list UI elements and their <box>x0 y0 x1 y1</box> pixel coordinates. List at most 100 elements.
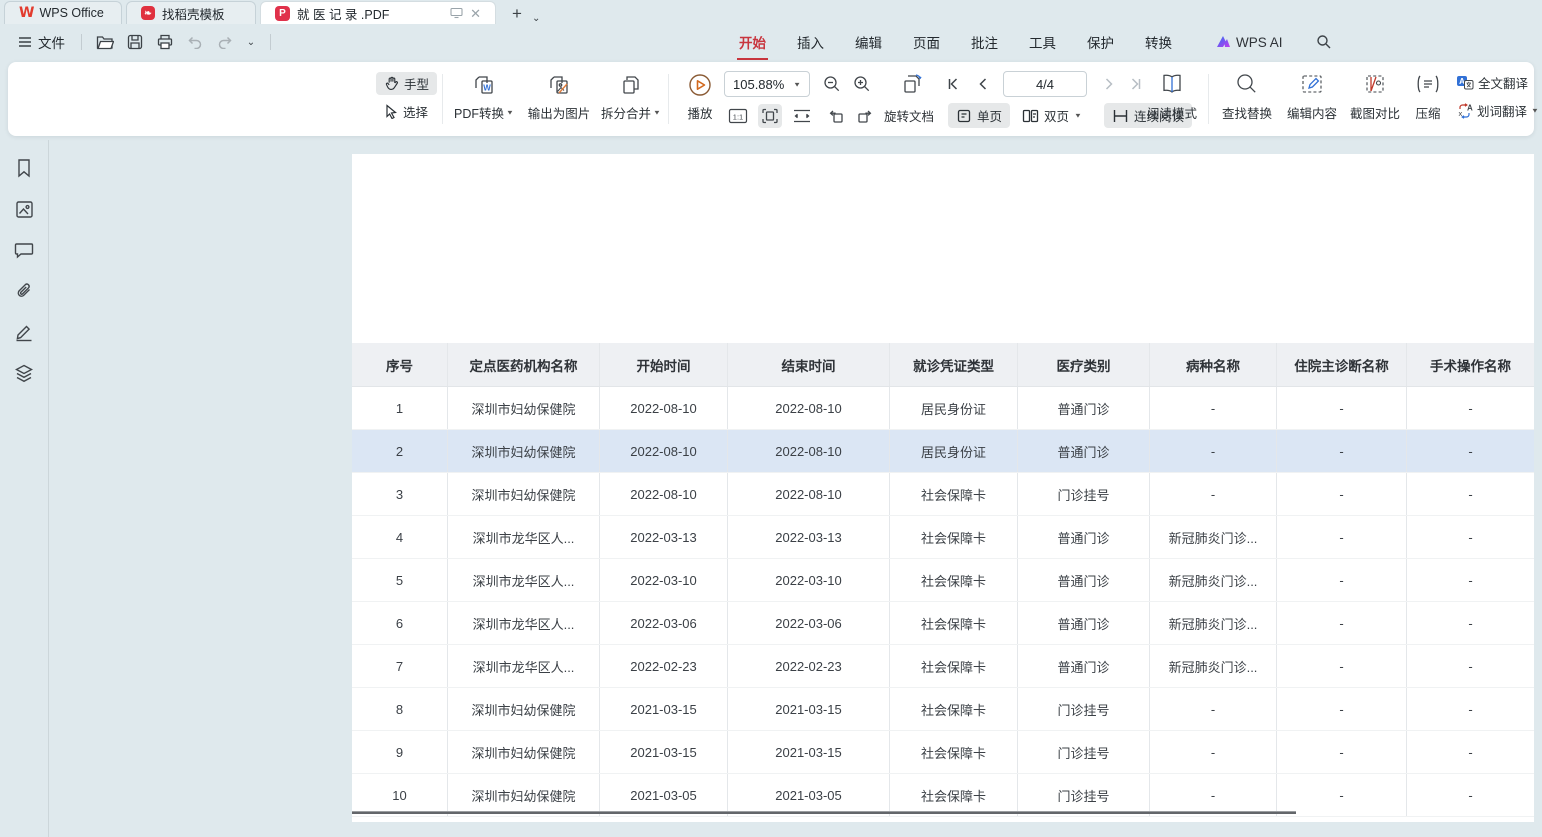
table-cell: 6 <box>352 602 448 644</box>
table-cell: 2022-03-06 <box>600 602 728 644</box>
next-page-button[interactable] <box>1097 72 1121 96</box>
compress-button[interactable]: 压缩 <box>1406 70 1450 128</box>
table-header-cell: 序号 <box>352 343 448 386</box>
table-cell: 2021-03-05 <box>600 774 728 816</box>
menu-home[interactable]: 开始 <box>737 28 768 56</box>
save-button[interactable] <box>122 30 148 54</box>
close-icon[interactable]: ✕ <box>470 7 481 20</box>
record-table: 序号定点医药机构名称开始时间结束时间就诊凭证类型医疗类别病种名称住院主诊断名称手… <box>352 343 1534 817</box>
tab-wps-office[interactable]: W WPS Office <box>4 1 122 24</box>
export-image-icon <box>546 72 572 98</box>
menu-protect[interactable]: 保护 <box>1085 28 1116 56</box>
zoom-level-select[interactable]: 105.88% ▼ <box>724 71 810 97</box>
table-cell: 深圳市妇幼保健院 <box>448 688 600 730</box>
pdf-page[interactable]: 序号定点医药机构名称开始时间结束时间就诊凭证类型医疗类别病种名称住院主诊断名称手… <box>352 154 1534 822</box>
tab-list-chevron-icon[interactable]: ⌄ <box>532 13 540 24</box>
hand-tool-button[interactable]: 手型 <box>376 72 437 95</box>
table-cell: - <box>1277 602 1407 644</box>
rotate-pages-button[interactable] <box>900 72 924 96</box>
menu-tools[interactable]: 工具 <box>1027 28 1058 56</box>
comment-panel-button[interactable] <box>12 238 36 262</box>
read-mode-button[interactable]: 阅读模式 <box>1140 70 1204 128</box>
monitor-icon[interactable] <box>450 7 463 19</box>
split-merge-button[interactable]: 拆分合并▼ <box>596 70 666 128</box>
menu-bar: 文件 <box>0 24 1542 60</box>
table-cell: 社会保障卡 <box>890 731 1018 773</box>
table-row: 2深圳市妇幼保健院2022-08-102022-08-10居民身份证普通门诊--… <box>352 430 1534 473</box>
page-indicator-input[interactable]: 4/4 <box>1003 71 1087 97</box>
find-replace-button[interactable]: 查找替换 <box>1214 70 1280 128</box>
signature-panel-button[interactable] <box>12 320 36 344</box>
edit-content-button[interactable]: 编辑内容 <box>1280 70 1344 128</box>
read-mode-label: 阅读模式 <box>1147 103 1197 122</box>
table-row: 5深圳市龙华区人...2022-03-102022-03-10社会保障卡普通门诊… <box>352 559 1534 602</box>
screenshot-compare-button[interactable]: 截图对比 <box>1344 70 1406 128</box>
file-menu-button[interactable]: 文件 <box>12 28 71 56</box>
screenshot-compare-label: 截图对比 <box>1350 103 1400 122</box>
table-cell: 3 <box>352 473 448 515</box>
pdf-convert-button[interactable]: W PDF转换▼ <box>446 70 522 128</box>
table-row: 6深圳市龙华区人...2022-03-062022-03-06社会保障卡普通门诊… <box>352 602 1534 645</box>
bookmark-panel-button[interactable] <box>12 156 36 180</box>
play-button[interactable]: 播放 <box>674 70 726 128</box>
table-cell: 2021-03-15 <box>728 731 890 773</box>
tab-template-store[interactable]: ❧ 找稻壳模板 <box>126 1 256 24</box>
tab-document-pdf[interactable]: P 就 医 记 录 .PDF ✕ <box>260 1 496 24</box>
tab-label: 就 医 记 录 .PDF <box>297 4 389 23</box>
prev-page-button[interactable] <box>971 72 995 96</box>
print-button[interactable] <box>152 30 178 54</box>
table-header-cell: 定点医药机构名称 <box>448 343 600 386</box>
single-page-button[interactable]: 单页 <box>948 103 1010 128</box>
wps-pdf-window: W WPS Office ❧ 找稻壳模板 P 就 医 记 录 .PDF ✕ + … <box>0 0 1542 837</box>
menu-insert[interactable]: 插入 <box>795 28 826 56</box>
menu-edit[interactable]: 编辑 <box>853 28 884 56</box>
rotate-left-button[interactable] <box>824 104 848 128</box>
single-page-label: 单页 <box>977 106 1002 125</box>
page-indicator-value: 4/4 <box>1036 77 1054 92</box>
tab-label: 找稻壳模板 <box>162 4 225 23</box>
wps-ai-button[interactable]: WPS AI <box>1215 35 1283 50</box>
export-image-button[interactable]: 输出为图片 <box>522 70 596 128</box>
rotate-right-button[interactable] <box>853 104 877 128</box>
zoom-in-button[interactable] <box>850 72 874 96</box>
rotate-doc-label[interactable]: 旋转文档 <box>884 106 934 125</box>
table-cell: - <box>1407 602 1534 644</box>
edit-pencil-icon <box>1299 72 1325 96</box>
double-page-icon <box>1022 108 1039 124</box>
open-file-button[interactable] <box>92 30 118 54</box>
table-header-cell: 住院主诊断名称 <box>1277 343 1407 386</box>
redo-button[interactable] <box>212 30 238 54</box>
tab-bar: W WPS Office ❧ 找稻壳模板 P 就 医 记 录 .PDF ✕ + … <box>0 0 1542 24</box>
actual-size-button[interactable]: 1:1 <box>726 104 750 128</box>
attachment-panel-button[interactable] <box>12 279 36 303</box>
table-cell: 社会保障卡 <box>890 688 1018 730</box>
table-cell: 门诊挂号 <box>1018 731 1150 773</box>
fit-width-button[interactable] <box>790 104 814 128</box>
fit-page-button[interactable] <box>758 104 782 128</box>
menu-page[interactable]: 页面 <box>911 28 942 56</box>
cursor-icon <box>384 104 398 119</box>
table-cell: 居民身份证 <box>890 387 1018 429</box>
table-cell: - <box>1277 688 1407 730</box>
layers-panel-button[interactable] <box>12 361 36 385</box>
menu-search-icon[interactable] <box>1316 34 1332 50</box>
double-page-button[interactable]: 双页 ▼ <box>1016 103 1088 128</box>
chevron-down-icon: ▼ <box>1531 107 1539 114</box>
table-cell: 普通门诊 <box>1018 430 1150 472</box>
full-translate-button[interactable]: A 全文翻译 <box>1456 73 1539 92</box>
first-page-button[interactable] <box>942 72 966 96</box>
thumbnail-panel-button[interactable] <box>12 197 36 221</box>
undo-button[interactable] <box>182 30 208 54</box>
word-translate-button[interactable]: x A 划词翻译 ▼ <box>1456 101 1539 120</box>
zoom-out-button[interactable] <box>820 72 844 96</box>
menu-comment[interactable]: 批注 <box>969 28 1000 56</box>
select-tool-button[interactable]: 选择 <box>376 100 437 123</box>
quick-access-chevron-icon[interactable]: ⌄ <box>242 30 260 54</box>
table-cell: 2022-03-10 <box>728 559 890 601</box>
table-cell: - <box>1150 387 1277 429</box>
export-image-label: 输出为图片 <box>528 103 591 122</box>
menu-convert[interactable]: 转换 <box>1143 28 1174 56</box>
wps-ai-label: WPS AI <box>1236 35 1283 50</box>
new-tab-button[interactable]: + <box>508 4 526 24</box>
screenshot-compare-icon <box>1362 72 1388 96</box>
